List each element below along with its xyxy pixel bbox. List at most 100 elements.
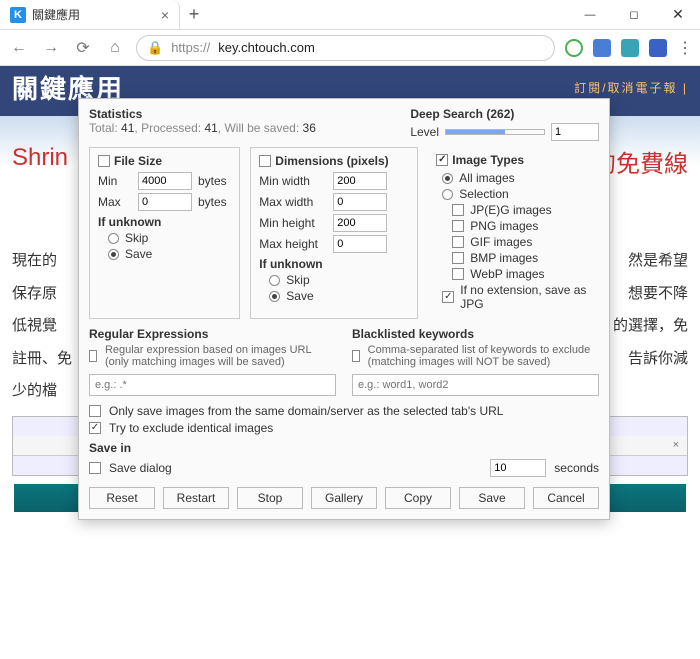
same-domain-checkbox[interactable] — [89, 405, 101, 417]
unit-label: bytes — [198, 195, 227, 209]
dim-skip-radio[interactable] — [269, 275, 280, 286]
checkbox-label: BMP images — [470, 251, 538, 265]
section-desc: Regular expression based on images URL (… — [105, 344, 336, 368]
dim-save-radio[interactable] — [269, 291, 280, 302]
deep-search-title: Deep Search (262) — [410, 107, 599, 121]
blacklist-input[interactable] — [352, 374, 599, 396]
png-checkbox[interactable] — [452, 220, 464, 232]
extension-icon[interactable] — [593, 39, 611, 57]
panel-title: Image Types — [452, 153, 524, 167]
image-types-panel: Image Types All images Selection JP(E)G … — [428, 147, 599, 319]
maxw-label: Max width — [259, 195, 327, 209]
unit-label: bytes — [198, 174, 227, 188]
regex-input[interactable] — [89, 374, 336, 396]
selection-radio[interactable] — [442, 189, 453, 200]
section-title: Blacklisted keywords — [352, 327, 599, 341]
body-text: 想要不降 — [628, 280, 688, 309]
jpeg-checkbox[interactable] — [452, 204, 464, 216]
new-tab-button[interactable]: + — [180, 0, 208, 29]
checkbox-label: If no extension, save as JPG — [460, 283, 590, 311]
home-icon[interactable]: ⌂ — [104, 39, 126, 57]
menu-icon[interactable]: ⋮ — [677, 38, 692, 58]
extension-icon[interactable] — [649, 39, 667, 57]
body-text: 告訴你減 — [628, 345, 688, 374]
fs-skip-radio[interactable] — [108, 233, 119, 244]
stop-button[interactable]: Stop — [237, 487, 303, 509]
window-maximize-icon[interactable]: ◻ — [612, 0, 656, 29]
level-slider[interactable] — [445, 129, 545, 135]
checkbox-label: Try to exclude identical images — [109, 421, 273, 435]
body-text: 保存原 — [12, 280, 57, 309]
dimensions-checkbox[interactable] — [259, 155, 271, 167]
min-label: Min — [98, 174, 132, 188]
seconds-input[interactable] — [490, 459, 546, 477]
reload-icon[interactable]: ⟳ — [72, 38, 94, 58]
body-text: 少的檔 — [12, 377, 57, 406]
stats-title: Statistics — [89, 107, 316, 121]
min-bytes-input[interactable] — [138, 172, 192, 190]
if-unknown-label: If unknown — [98, 215, 231, 229]
level-label: Level — [410, 125, 439, 139]
reset-button[interactable]: Reset — [89, 487, 155, 509]
radio-label: Selection — [459, 187, 508, 201]
close-icon[interactable]: × — [673, 439, 679, 451]
forward-icon[interactable]: → — [40, 39, 62, 57]
stats-line: Total: 41, Processed: 41, Will be saved:… — [89, 121, 316, 135]
extension-icon[interactable] — [565, 39, 583, 57]
min-height-input[interactable] — [333, 214, 387, 232]
banner-links[interactable]: 訂閱/取消電子報 | — [574, 79, 688, 96]
checkbox-label: WebP images — [470, 267, 544, 281]
favicon: K — [10, 7, 26, 23]
restart-button[interactable]: Restart — [163, 487, 229, 509]
page-content: 關鍵應用 訂閱/取消電子報 | Shrin 小的免費線 現在的然是希望 保存原想… — [0, 66, 700, 659]
webp-checkbox[interactable] — [452, 268, 464, 280]
panel-title: File Size — [114, 154, 162, 168]
section-title: Regular Expressions — [89, 327, 336, 341]
max-bytes-input[interactable] — [138, 193, 192, 211]
file-size-checkbox[interactable] — [98, 155, 110, 167]
exclude-identical-checkbox[interactable] — [89, 422, 101, 434]
image-types-checkbox[interactable] — [436, 154, 448, 166]
window-minimize-icon[interactable]: — — [568, 0, 612, 29]
radio-label: Skip — [286, 273, 309, 287]
minw-label: Min width — [259, 174, 327, 188]
bmp-checkbox[interactable] — [452, 252, 464, 264]
page-headline: Shrin — [0, 138, 80, 185]
blacklist-section: Blacklisted keywords Comma-separated lis… — [352, 327, 599, 396]
checkbox-label: GIF images — [470, 235, 532, 249]
save-dialog-checkbox[interactable] — [89, 462, 101, 474]
body-text: 的選擇，免 — [613, 312, 688, 341]
radio-label: All images — [459, 171, 514, 185]
extension-icon[interactable] — [621, 39, 639, 57]
browser-tab[interactable]: K 關鍵應用 × — [0, 0, 180, 29]
url-host: key.chtouch.com — [218, 40, 315, 55]
url-field[interactable]: 🔒 https://key.chtouch.com — [136, 35, 555, 61]
body-text: 註冊、免 — [12, 345, 72, 374]
extension-icons: ⋮ — [565, 38, 692, 58]
back-icon[interactable]: ← — [8, 39, 30, 57]
checkbox-label: Save dialog — [109, 461, 172, 475]
level-input[interactable] — [551, 123, 599, 141]
all-images-radio[interactable] — [442, 173, 453, 184]
max-height-input[interactable] — [333, 235, 387, 253]
dimensions-panel: Dimensions (pixels) Min width Max width … — [250, 147, 418, 319]
file-size-panel: File Size Minbytes Maxbytes If unknown S… — [89, 147, 240, 319]
save-in-title: Save in — [89, 441, 599, 455]
noext-checkbox[interactable] — [442, 291, 454, 303]
copy-button[interactable]: Copy — [385, 487, 451, 509]
blacklist-checkbox[interactable] — [352, 350, 360, 362]
regex-checkbox[interactable] — [89, 350, 97, 362]
gif-checkbox[interactable] — [452, 236, 464, 248]
gallery-button[interactable]: Gallery — [311, 487, 377, 509]
window-close-icon[interactable]: ✕ — [656, 0, 700, 29]
fs-save-radio[interactable] — [108, 249, 119, 260]
min-width-input[interactable] — [333, 172, 387, 190]
body-text: 然是希望 — [628, 247, 688, 276]
minh-label: Min height — [259, 216, 327, 230]
close-tab-icon[interactable]: × — [161, 7, 169, 23]
image-save-dialog: Statistics Total: 41, Processed: 41, Wil… — [78, 98, 610, 520]
max-width-input[interactable] — [333, 193, 387, 211]
address-bar: ← → ⟳ ⌂ 🔒 https://key.chtouch.com ⋮ — [0, 30, 700, 66]
cancel-button[interactable]: Cancel — [533, 487, 599, 509]
save-button[interactable]: Save — [459, 487, 525, 509]
